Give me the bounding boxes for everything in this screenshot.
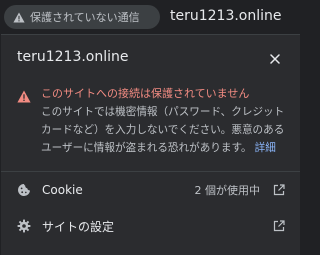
warning-text-line: このサイトでは機密情報（パスワード、クレジット — [41, 106, 285, 118]
security-indicator-chip[interactable]: 保護されていない通信 — [4, 5, 160, 29]
cookie-label: Cookie — [42, 183, 83, 197]
warning-text-line: ユーザーに情報が盗まれる恐れがあります。 — [41, 142, 252, 154]
close-icon — [270, 49, 280, 68]
gear-icon — [16, 218, 32, 234]
cookie-row[interactable]: Cookie 2 個が使用中 — [1, 172, 300, 208]
connection-warning-body: このサイトでは機密情報（パスワード、クレジット カードなど）を入力しないでくださ… — [41, 103, 293, 157]
omnibox: 保護されていない通信 teru1213.online — [0, 0, 300, 34]
close-button[interactable] — [264, 47, 286, 69]
warning-triangle-icon — [17, 88, 31, 103]
site-settings-label: サイトの設定 — [42, 219, 115, 234]
security-label: 保護されていない通信 — [30, 11, 140, 24]
connection-warning-title: このサイトへの接続は保護されていません — [41, 87, 250, 100]
details-link[interactable]: 詳細 — [255, 142, 276, 154]
open-in-new-icon — [272, 183, 286, 197]
url-text[interactable]: teru1213.online — [170, 8, 282, 24]
open-in-new-icon — [272, 219, 286, 233]
warning-text-line: カードなど）を入力しないでください。悪意のある — [41, 124, 285, 136]
warning-triangle-icon — [8, 5, 30, 29]
bubble-title: teru1213.online — [17, 49, 129, 65]
cookie-count: 2 個が使用中 — [194, 184, 261, 197]
cookie-icon — [16, 182, 32, 198]
site-settings-row[interactable]: サイトの設定 — [1, 208, 300, 244]
page-info-bubble: teru1213.online このサイトへの接続は保護されていません このサイ… — [1, 34, 300, 255]
